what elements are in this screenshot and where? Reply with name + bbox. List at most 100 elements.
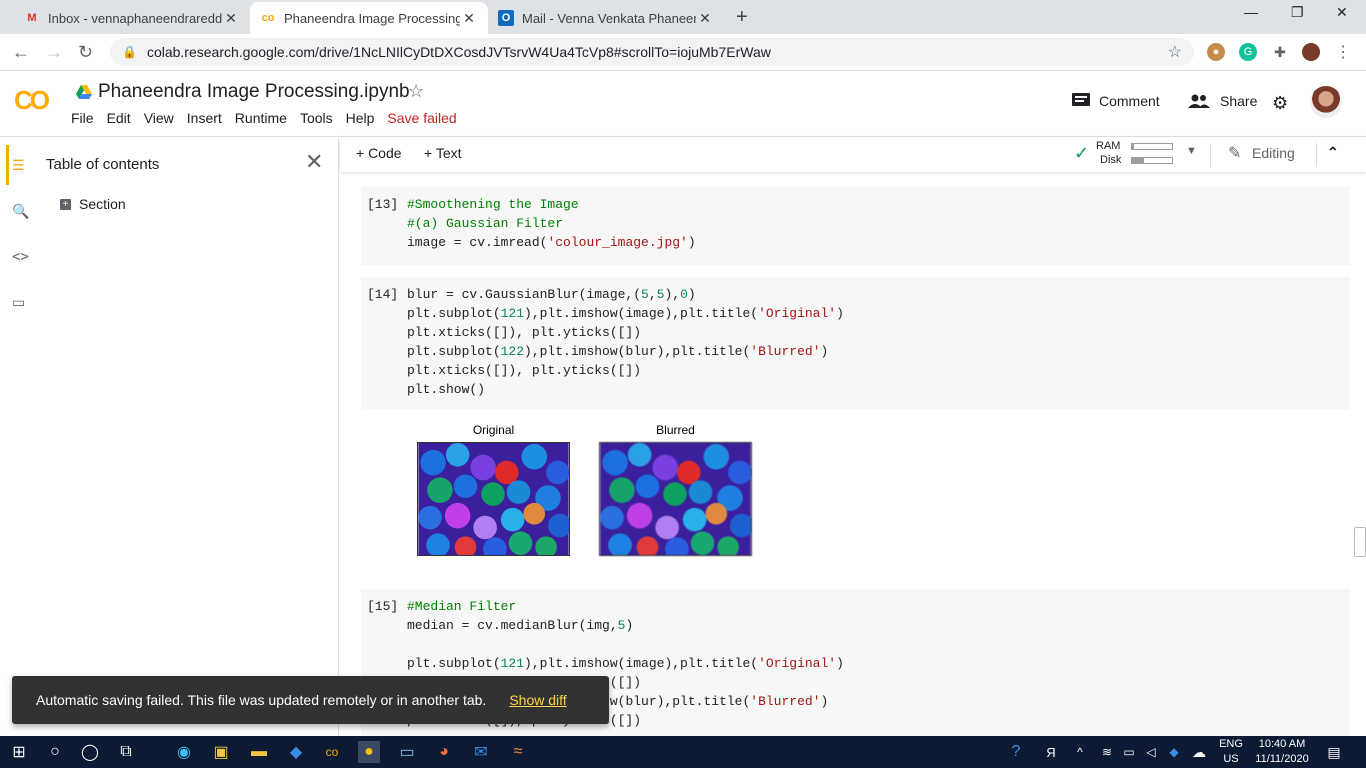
code-cell[interactable]: [14] blur = cv.GaussianBlur(image,(5,5),… — [361, 277, 1350, 410]
star-icon[interactable]: ☆ — [408, 81, 424, 102]
grammarly-extension-icon[interactable]: G — [1239, 43, 1257, 61]
input-region[interactable]: US — [1214, 753, 1248, 765]
colab-taskbar-icon[interactable]: co — [321, 741, 343, 763]
folder-icon[interactable]: ▭ — [12, 294, 25, 311]
connected-check-icon: ✓ — [1074, 143, 1090, 163]
tab-colab[interactable]: co Phaneendra Image Processing.ip ✕ — [250, 2, 488, 34]
battery-icon[interactable]: ▭ — [1118, 741, 1140, 763]
url-text: colab.research.google.com/drive/1NcLNIlC… — [146, 44, 771, 60]
clock-time[interactable]: 10:40 AM — [1250, 738, 1314, 750]
cookie-extension-icon[interactable]: ● — [1207, 43, 1225, 61]
add-code-button[interactable]: + Code — [356, 145, 402, 161]
chevron-up-icon[interactable]: ^ — [1069, 741, 1091, 763]
pencil-icon[interactable]: ✎ — [1228, 143, 1241, 163]
action-center-icon[interactable]: ▤ — [1323, 741, 1345, 763]
reload-icon[interactable]: ↻ — [78, 42, 93, 63]
notebook-title-text[interactable]: Phaneendra Image Processing.ipynb — [98, 81, 410, 103]
comment-icon — [1072, 93, 1090, 106]
colab-header: CO Phaneendra Image Processing.ipynb ☆ F… — [0, 71, 1366, 137]
wifi-icon[interactable]: ≋ — [1096, 741, 1118, 763]
blurred-image — [599, 442, 752, 556]
windows-start-icon[interactable]: ⊞ — [8, 741, 30, 763]
help-icon[interactable]: ? — [1005, 741, 1027, 763]
menu-tools[interactable]: Tools — [300, 110, 333, 126]
file-explorer-icon[interactable]: ▬ — [248, 741, 270, 763]
extensions-puzzle-icon[interactable]: ✚ — [1271, 43, 1289, 61]
menu-file[interactable]: File — [71, 110, 94, 126]
close-icon[interactable]: ✕ — [222, 10, 240, 27]
gmail-icon: M — [27, 12, 37, 24]
tab-outlook[interactable]: O Mail - Venna Venkata Phaneendr ✕ — [488, 2, 724, 34]
onedrive-icon[interactable]: ☁ — [1188, 741, 1210, 763]
menu-insert[interactable]: Insert — [187, 110, 222, 126]
comment-button[interactable]: Comment — [1072, 93, 1160, 109]
volume-icon[interactable]: ◁ — [1140, 741, 1162, 763]
chrome-icon[interactable]: ● — [358, 741, 380, 763]
notebook-area: [13] #Smoothening the Image #(a) Gaussia… — [340, 172, 1366, 736]
close-icon[interactable]: ✕ — [460, 10, 478, 27]
avatar[interactable] — [1310, 86, 1342, 118]
original-image — [417, 442, 570, 556]
people-tray-icon[interactable]: Я — [1040, 741, 1062, 763]
store-icon[interactable]: ▣ — [210, 741, 232, 763]
dropbox-tray-icon[interactable]: ◆ — [1163, 741, 1185, 763]
profile-avatar-icon[interactable] — [1302, 43, 1320, 61]
address-row: ← → ↻ 🔒 colab.research.google.com/drive/… — [0, 34, 1366, 71]
comment-label: Comment — [1099, 93, 1160, 109]
tab-title: Inbox - vennaphaneendrareddy@ — [48, 10, 222, 26]
restore-icon[interactable]: ❐ — [1291, 4, 1304, 21]
toc-list-icon[interactable]: ☰ — [12, 157, 25, 174]
menu-help[interactable]: Help — [346, 110, 375, 126]
active-indicator — [6, 145, 9, 185]
code-cell[interactable]: [13] #Smoothening the Image #(a) Gaussia… — [361, 187, 1350, 265]
cell-output: Original Blurred — [417, 422, 778, 562]
code-editor-icon[interactable]: ≈ — [507, 741, 529, 763]
new-tab-icon[interactable]: + — [736, 6, 748, 29]
chrome-menu-icon[interactable]: ⋮ — [1334, 43, 1352, 61]
firefox-icon[interactable]: ◕ — [433, 741, 455, 763]
menu-view[interactable]: View — [144, 110, 174, 126]
chevron-down-icon[interactable]: ▼ — [1186, 145, 1197, 157]
bookmark-star-icon[interactable]: ☆ — [1168, 42, 1182, 62]
chevron-up-icon[interactable]: ⌃ — [1327, 144, 1339, 161]
minimize-icon[interactable]: — — [1244, 4, 1258, 20]
share-button[interactable]: Share — [1188, 93, 1257, 109]
expand-icon[interactable]: + — [60, 198, 71, 210]
close-icon[interactable]: ✕ — [305, 149, 323, 175]
search-icon[interactable]: 🔍 — [12, 203, 29, 220]
edge-icon[interactable]: ◉ — [173, 741, 195, 763]
menu-runtime[interactable]: Runtime — [235, 110, 287, 126]
search-icon[interactable]: ○ — [44, 741, 66, 763]
input-language[interactable]: ENG — [1214, 738, 1248, 750]
toc-item-label: Section — [79, 196, 126, 212]
forward-icon[interactable]: → — [45, 42, 63, 63]
toc-item-section[interactable]: + Section — [60, 196, 126, 212]
toc-title: Table of contents — [46, 156, 160, 173]
google-drive-icon — [76, 85, 92, 99]
task-view-icon[interactable]: ⧉ — [115, 741, 137, 763]
menu-edit[interactable]: Edit — [107, 110, 131, 126]
mail-icon[interactable]: ✉ — [470, 741, 492, 763]
save-failed-status[interactable]: Save failed — [387, 110, 456, 126]
window-close-icon[interactable]: ✕ — [1336, 4, 1348, 21]
address-bar[interactable]: 🔒 colab.research.google.com/drive/1NcLNI… — [110, 38, 1194, 66]
tab-gmail[interactable]: M Inbox - vennaphaneendrareddy@ ✕ — [14, 2, 250, 34]
dropbox-icon[interactable]: ◆ — [285, 741, 307, 763]
cell-code[interactable]: blur = cv.GaussianBlur(image,(5,5),0) pl… — [407, 285, 844, 399]
browser-tabstrip: M Inbox - vennaphaneendrareddy@ ✕ co Pha… — [0, 0, 1366, 34]
close-icon[interactable]: ✕ — [696, 10, 714, 27]
code-snippets-icon[interactable]: <> — [12, 249, 29, 265]
gear-icon[interactable]: ⚙ — [1272, 93, 1288, 114]
clock-date[interactable]: 11/11/2020 — [1248, 753, 1316, 765]
editing-mode-button[interactable]: Editing — [1252, 145, 1295, 161]
add-text-button[interactable]: + Text — [424, 145, 462, 161]
desktop-app-icon[interactable]: ▭ — [396, 741, 418, 763]
cell-code[interactable]: #Smoothening the Image #(a) Gaussian Fil… — [407, 195, 696, 252]
lock-icon: 🔒 — [122, 45, 137, 59]
scrollbar-thumb[interactable] — [1354, 527, 1366, 557]
show-diff-link[interactable]: Show diff — [509, 692, 566, 708]
back-icon[interactable]: ← — [12, 42, 30, 63]
cortana-icon[interactable]: ◯ — [79, 741, 101, 763]
notebook-title[interactable]: Phaneendra Image Processing.ipynb — [76, 81, 410, 103]
colab-logo[interactable]: CO — [14, 85, 50, 116]
